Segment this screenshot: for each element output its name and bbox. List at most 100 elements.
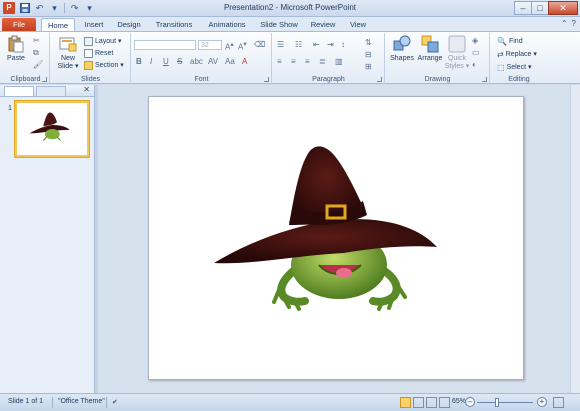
italic-button[interactable]: I <box>150 57 152 66</box>
line-spacing-icon[interactable]: ↕ <box>341 40 345 49</box>
font-size-box[interactable]: 32 <box>198 40 222 50</box>
section-button[interactable]: Section ▾ <box>84 60 124 70</box>
group-slides: New Slide ▾ Layout ▾ Reset Section ▾ Sli… <box>51 33 131 84</box>
paste-button[interactable]: Paste <box>5 35 27 63</box>
tab-insert[interactable]: Insert <box>80 18 108 31</box>
maximize-button[interactable]: □ <box>531 1 549 15</box>
smartart-icon[interactable]: ⊞ <box>365 62 372 71</box>
reading-view-icon[interactable] <box>426 397 437 408</box>
theme-status[interactable]: "Office Theme" <box>58 398 105 405</box>
clear-formatting-icon[interactable]: ⌫ <box>254 40 265 49</box>
zoom-slider-track[interactable] <box>477 402 533 403</box>
slide-count-status: Slide 1 of 1 <box>8 398 44 405</box>
reset-button[interactable]: Reset <box>84 48 113 58</box>
align-text-icon[interactable]: ⊟ <box>365 50 372 59</box>
shape-fill-icon[interactable]: ◈ <box>472 36 478 45</box>
minimize-button[interactable]: – <box>514 1 532 15</box>
tab-slide-show[interactable]: Slide Show <box>257 18 301 31</box>
slide-thumbnail[interactable] <box>15 101 89 157</box>
tab-home[interactable]: Home <box>41 18 75 31</box>
group-editing: 🔍 Find ⇄ Replace ▾ ⬚ Select ▾ Editing <box>491 33 547 84</box>
replace-label: Replace ▾ <box>505 51 537 58</box>
font-launcher-icon[interactable] <box>264 77 269 82</box>
justify-icon[interactable]: ≣ <box>319 57 326 66</box>
change-case-icon[interactable]: Aa <box>225 57 235 66</box>
cut-icon[interactable]: ✂ <box>33 36 40 45</box>
shape-effects-icon[interactable]: ◐ <box>472 60 477 69</box>
numbering-icon[interactable]: ☷ <box>295 40 302 49</box>
spell-check-icon[interactable]: ✔ <box>112 398 118 406</box>
find-button[interactable]: 🔍 Find <box>497 36 523 46</box>
new-slide-button[interactable]: New Slide ▾ <box>55 35 81 71</box>
section-label: Section ▾ <box>95 62 124 69</box>
zoom-out-icon[interactable]: – <box>465 397 475 407</box>
decrease-indent-icon[interactable]: ⇤ <box>313 40 320 49</box>
help-icon[interactable]: ? <box>572 19 576 28</box>
title-bar: P ↶ ▾ ↷ ▾ Presentation2 - Microsoft Powe… <box>0 0 580 17</box>
zoom-slider-thumb[interactable] <box>495 398 499 407</box>
slide-canvas[interactable] <box>148 96 524 380</box>
shape-outline-icon[interactable]: ▭ <box>472 48 480 57</box>
new-slide-label-2: Slide ▾ <box>57 63 79 70</box>
fit-to-window-icon[interactable] <box>553 397 564 408</box>
align-right-icon[interactable]: ≡ <box>305 57 310 66</box>
columns-icon[interactable]: ▥ <box>335 57 343 66</box>
tab-view[interactable]: View <box>346 18 370 31</box>
select-button[interactable]: ⬚ Select ▾ <box>497 62 531 72</box>
copy-icon[interactable]: ⧉ <box>33 48 39 58</box>
tab-design[interactable]: Design <box>114 18 144 31</box>
group-drawing: Shapes Arrange Quick Styles ▾ ◈ ▭ ◐ Draw… <box>386 33 490 84</box>
workspace: ✕ 1 <box>0 85 580 393</box>
close-panel-icon[interactable]: ✕ <box>83 85 90 94</box>
tab-animations[interactable]: Animations <box>205 18 249 31</box>
select-icon: ⬚ <box>497 62 505 72</box>
quick-styles-button[interactable]: Quick Styles ▾ <box>444 35 470 71</box>
witch-frog-image[interactable] <box>149 97 525 381</box>
slide-sorter-view-icon[interactable] <box>413 397 424 408</box>
underline-button[interactable]: U <box>163 57 169 66</box>
zoom-in-icon[interactable]: + <box>537 397 547 407</box>
shapes-button[interactable]: Shapes <box>389 35 415 63</box>
close-button[interactable]: ✕ <box>548 1 578 15</box>
shrink-font-icon[interactable]: A▾ <box>238 40 247 52</box>
font-color-icon[interactable]: A <box>242 57 247 66</box>
increase-indent-icon[interactable]: ⇥ <box>327 40 334 49</box>
arrange-button[interactable]: Arrange <box>416 35 444 63</box>
window-title: Presentation2 - Microsoft PowerPoint <box>223 3 357 12</box>
align-center-icon[interactable]: ≡ <box>291 57 296 66</box>
layout-label: Layout ▾ <box>95 38 122 45</box>
strikethrough-button[interactable]: S <box>177 57 182 66</box>
font-name-box[interactable] <box>134 40 196 50</box>
arrange-icon <box>421 35 439 53</box>
slide-thumbnails-panel: ✕ 1 <box>0 85 95 393</box>
tab-review[interactable]: Review <box>309 18 337 31</box>
paste-label: Paste <box>7 55 25 62</box>
character-spacing-icon[interactable]: AV <box>208 57 218 66</box>
layout-icon <box>84 36 93 46</box>
find-icon: 🔍 <box>497 36 507 46</box>
vertical-scrollbar[interactable] <box>570 85 580 393</box>
slide-show-view-icon[interactable] <box>439 397 450 408</box>
text-direction-icon[interactable]: ⇅ <box>365 38 372 47</box>
replace-button[interactable]: ⇄ Replace ▾ <box>497 49 537 59</box>
tab-file[interactable]: File <box>2 18 36 31</box>
grow-font-icon[interactable]: A▴ <box>225 40 234 52</box>
clipboard-launcher-icon[interactable] <box>42 77 47 82</box>
minimize-ribbon-icon[interactable]: ⌃ <box>561 19 568 28</box>
tab-outline-panel[interactable] <box>36 86 66 96</box>
format-painter-icon[interactable]: 🖌 <box>33 60 43 69</box>
zoom-level[interactable]: 65% <box>452 398 466 405</box>
tab-transitions[interactable]: Transitions <box>152 18 196 31</box>
tab-slides-panel[interactable] <box>4 86 34 96</box>
group-label-editing: Editing <box>508 76 530 83</box>
bullets-icon[interactable]: ☰ <box>277 40 284 49</box>
paragraph-launcher-icon[interactable] <box>377 77 382 82</box>
ribbon: Paste ✂ ⧉ 🖌 Clipboard New Slide ▾ Layout… <box>0 31 580 84</box>
new-slide-icon <box>59 37 77 52</box>
align-left-icon[interactable]: ≡ <box>277 57 282 66</box>
text-shadow-button[interactable]: abc <box>190 57 203 66</box>
layout-button[interactable]: Layout ▾ <box>84 36 121 46</box>
bold-button[interactable]: B <box>136 57 142 66</box>
drawing-launcher-icon[interactable] <box>482 77 487 82</box>
normal-view-icon[interactable] <box>400 397 411 408</box>
